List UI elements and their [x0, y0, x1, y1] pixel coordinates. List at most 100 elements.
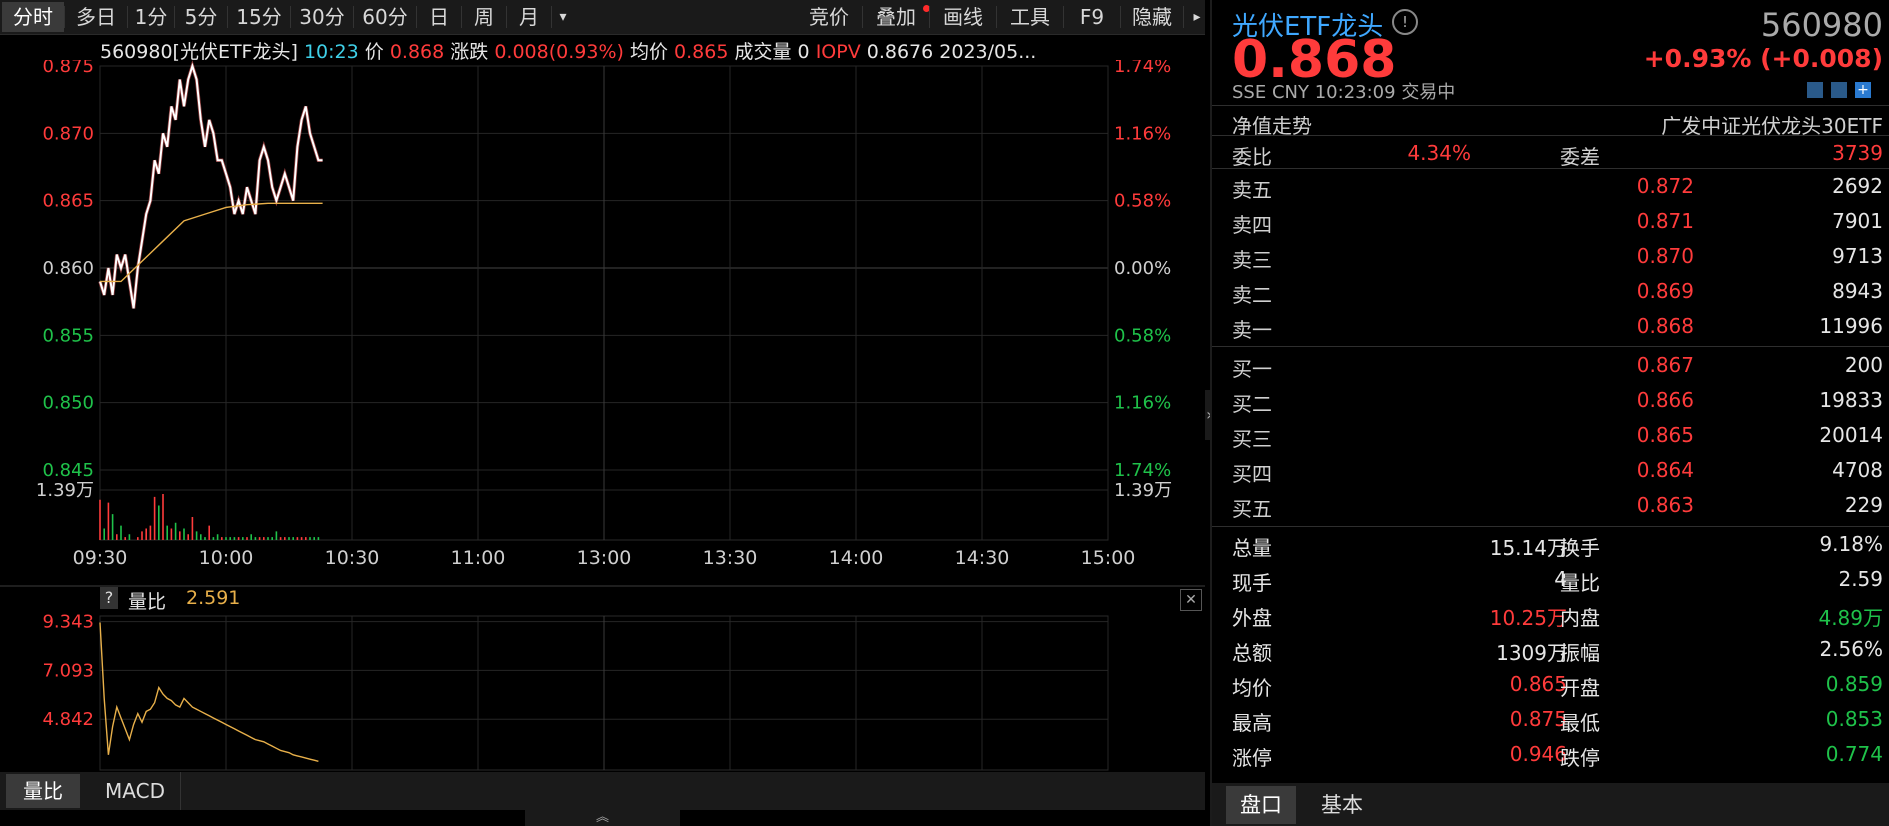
sub-tick-label: 4.842 [42, 709, 94, 730]
bid-row-3[interactable]: 买三 0.865 20014 [1212, 418, 1889, 453]
volume-bar [200, 534, 202, 540]
level-price: 0.871 [1636, 209, 1694, 233]
level-price: 0.867 [1636, 353, 1694, 377]
help-icon[interactable]: ? [100, 587, 118, 609]
time-tick-label: 10:30 [325, 547, 380, 569]
stat-row-5: 均价 0.865 开盘 0.859 [1212, 667, 1889, 702]
add-icon[interactable]: + [1855, 82, 1871, 98]
ask-row-2[interactable]: 卖四 0.871 7901 [1212, 204, 1889, 239]
volume-bar [128, 534, 131, 540]
stat-value: 9.18% [1819, 532, 1883, 556]
volume-bar [246, 537, 248, 540]
level-price: 0.865 [1636, 423, 1694, 447]
volume-bar [292, 537, 294, 540]
stat-row-4: 总额 1309万 振幅 2.56% [1212, 632, 1889, 667]
period-tab-2[interactable]: 1分 [128, 2, 174, 32]
toolbar-scroll-icon[interactable]: ▸ [1190, 2, 1204, 32]
period-tab-1[interactable]: 多日 [65, 2, 127, 32]
level-label: 买二 [1232, 392, 1272, 416]
bid-row-5[interactable]: 买五 0.863 229 [1212, 488, 1889, 523]
intraday-chart[interactable]: 0.875 1.74% 0.870 1.16% 0.865 0.58% 0.860 0.00%… [0, 60, 1205, 585]
tab-macd[interactable]: MACD [90, 774, 180, 808]
ask-row-4[interactable]: 卖二 0.869 8943 [1212, 274, 1889, 309]
tool-button-3[interactable]: 工具 [997, 2, 1063, 32]
volume-bar [141, 531, 143, 540]
tool-button-5[interactable]: 隐藏 [1121, 2, 1183, 32]
stat-value: 0.853 [1825, 707, 1883, 731]
volume-bar [124, 537, 126, 540]
tool-button-4[interactable]: F9 [1064, 2, 1120, 32]
volume-bar [153, 496, 156, 540]
sub-indicator-value: 2.591 [186, 587, 241, 609]
volume-bar [195, 531, 198, 540]
period-tab-9[interactable]: 月 [507, 2, 551, 32]
time-tick-label: 09:30 [73, 547, 128, 569]
volume-bar [162, 494, 164, 540]
volume-bar [258, 537, 261, 540]
ask-row-1[interactable]: 卖五 0.872 2692 [1212, 169, 1889, 204]
level-price: 0.864 [1636, 458, 1694, 482]
tab-volume-ratio[interactable]: 量比 [6, 774, 80, 808]
volume-bar [137, 537, 139, 540]
price-tick-label: 0.870 [42, 123, 94, 144]
alert-icon[interactable] [1831, 82, 1847, 98]
sidebar-tab-bar: 盘口 基本 [1212, 783, 1889, 826]
tab-order-book[interactable]: 盘口 [1226, 786, 1296, 824]
stat-label: 涨停 [1232, 746, 1272, 770]
volume-ratio-chart: 9.343 7.093 4.842 [42, 612, 1109, 771]
volume-bar [221, 537, 223, 540]
tab-basic[interactable]: 基本 [1302, 786, 1382, 824]
level-price: 0.866 [1636, 388, 1694, 412]
ask-row-5[interactable]: 卖一 0.868 11996 [1212, 309, 1889, 344]
stat-label: 量比 [1560, 571, 1600, 595]
stat-value: 0.875 [1509, 707, 1567, 731]
security-code: 560980 [1760, 6, 1883, 44]
stat-label: 外盘 [1232, 606, 1272, 630]
period-tab-6[interactable]: 60分 [354, 2, 416, 32]
stat-label: 均价 [1232, 676, 1272, 700]
period-tab-7[interactable]: 日 [417, 2, 461, 32]
volume-bar [313, 537, 315, 540]
tool-button-2[interactable]: 画线 [930, 2, 996, 32]
bid-row-2[interactable]: 买二 0.866 19833 [1212, 383, 1889, 418]
level-volume: 11996 [1819, 314, 1883, 338]
market-status-line: SSE CNY 10:23:09 交易中 [1232, 78, 1455, 104]
collapse-icon[interactable]: ︽ [525, 810, 680, 826]
period-tab-5[interactable]: 30分 [291, 2, 353, 32]
volume-bar [149, 525, 152, 540]
tool-button-0[interactable]: 竞价 [796, 2, 862, 32]
price-tick-label: 0.860 [42, 258, 94, 279]
sub-tick-label: 7.093 [42, 660, 94, 681]
more-periods-icon[interactable]: ▾ [552, 2, 574, 32]
level-label: 卖四 [1232, 213, 1272, 237]
tool-button-1[interactable]: 叠加 [863, 2, 929, 32]
volume-bar [296, 537, 299, 540]
price-change: +0.93% (+0.008) [1643, 44, 1883, 73]
volume-bar [208, 525, 210, 540]
sub-indicator-label: 量比 [128, 591, 167, 613]
time-tick-label: 10:00 [199, 547, 254, 569]
stat-label: 振幅 [1560, 641, 1600, 665]
level-price: 0.869 [1636, 279, 1694, 303]
volume-bar [166, 525, 168, 540]
sub-tick-label: 9.343 [42, 612, 94, 633]
close-icon[interactable]: ✕ [1180, 589, 1202, 611]
period-tab-0[interactable]: 分时 [2, 2, 64, 32]
level-price: 0.870 [1636, 244, 1694, 268]
volume-tick-label-right: 1.39万 [1114, 480, 1172, 501]
stat-value: 0.865 [1509, 672, 1567, 696]
sub-tab-bar: 量比 MACD [0, 772, 1205, 810]
bid-row-1[interactable]: 买一 0.867 200 [1212, 348, 1889, 383]
price-tick-label: 0.845 [42, 460, 94, 481]
currency: CNY [1271, 82, 1309, 103]
bid-row-4[interactable]: 买四 0.864 4708 [1212, 453, 1889, 488]
volume-bar [237, 537, 240, 540]
volume-bar [288, 537, 290, 540]
period-tab-3[interactable]: 5分 [175, 2, 227, 32]
period-tab-8[interactable]: 周 [462, 2, 506, 32]
toolbar-divider [1183, 6, 1184, 28]
period-tab-4[interactable]: 15分 [228, 2, 290, 32]
ask-row-3[interactable]: 卖三 0.870 9713 [1212, 239, 1889, 274]
volume-bar [317, 537, 320, 540]
edit-icon[interactable] [1807, 82, 1823, 98]
